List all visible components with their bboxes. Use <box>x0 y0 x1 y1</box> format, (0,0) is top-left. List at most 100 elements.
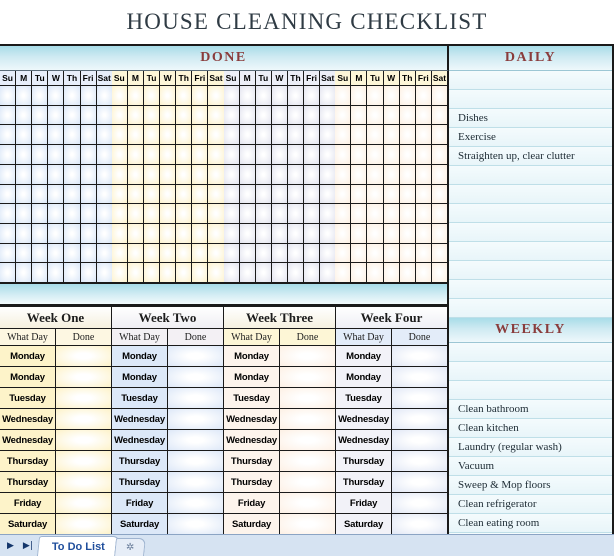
check-grid-cell[interactable] <box>96 204 112 224</box>
check-grid-cell[interactable] <box>80 145 96 165</box>
check-grid-cell[interactable] <box>351 164 367 185</box>
check-grid-cell[interactable] <box>111 263 127 283</box>
check-grid-cell[interactable] <box>223 263 239 283</box>
last-sheet-arrow-icon[interactable]: ▶| <box>23 541 33 551</box>
daily-task-row[interactable]: Exercise <box>449 128 612 147</box>
week-done-checkbox-cell[interactable] <box>168 388 223 408</box>
check-grid-cell[interactable] <box>176 243 192 264</box>
week-done-checkbox-cell[interactable] <box>168 514 223 534</box>
check-grid-cell[interactable] <box>208 204 224 224</box>
check-grid-cell[interactable] <box>255 125 271 146</box>
check-grid-cell[interactable] <box>415 105 431 126</box>
weekly-task-row[interactable]: Laundry (regular wash) <box>449 438 612 457</box>
check-grid-cell[interactable] <box>143 204 160 224</box>
check-grid-cell[interactable] <box>0 105 16 126</box>
check-grid-cell[interactable] <box>335 164 351 185</box>
check-grid-cell[interactable] <box>143 86 160 106</box>
daily-task-row[interactable] <box>449 223 612 242</box>
check-grid-cell[interactable] <box>208 243 224 264</box>
check-grid-cell[interactable] <box>176 184 192 205</box>
check-grid-cell[interactable] <box>32 125 48 146</box>
check-grid-cell[interactable] <box>351 86 367 106</box>
week-done-checkbox-cell[interactable] <box>280 388 335 408</box>
check-grid-cell[interactable] <box>223 243 239 264</box>
check-grid-cell[interactable] <box>127 105 143 126</box>
check-grid-cell[interactable] <box>320 125 336 146</box>
check-grid-cell[interactable] <box>64 184 80 205</box>
check-grid-cell[interactable] <box>415 243 431 264</box>
check-grid-cell[interactable] <box>239 223 255 244</box>
week-done-checkbox-cell[interactable] <box>168 367 223 387</box>
check-grid-cell[interactable] <box>239 164 255 185</box>
check-grid-cell[interactable] <box>143 243 160 264</box>
check-grid-cell[interactable] <box>367 105 383 126</box>
daily-task-row[interactable] <box>449 299 612 318</box>
weekly-task-row[interactable]: Clean bathroom <box>449 400 612 419</box>
check-grid-cell[interactable] <box>287 125 304 146</box>
check-grid-cell[interactable] <box>192 145 208 165</box>
check-grid-cell[interactable] <box>431 223 448 244</box>
check-grid-cell[interactable] <box>48 184 64 205</box>
week-done-checkbox-cell[interactable] <box>56 409 111 429</box>
check-grid-cell[interactable] <box>431 164 448 185</box>
check-grid-cell[interactable] <box>367 263 383 283</box>
week-done-checkbox-cell[interactable] <box>392 409 447 429</box>
check-grid-cell[interactable] <box>127 164 143 185</box>
check-grid-cell[interactable] <box>431 204 448 224</box>
week-done-checkbox-cell[interactable] <box>280 346 335 366</box>
week-done-checkbox-cell[interactable] <box>392 388 447 408</box>
check-grid-cell[interactable] <box>223 184 239 205</box>
check-grid-cell[interactable] <box>271 125 287 146</box>
check-grid-cell[interactable] <box>335 243 351 264</box>
week-done-checkbox-cell[interactable] <box>392 493 447 513</box>
check-grid-cell[interactable] <box>0 145 16 165</box>
check-grid-cell[interactable] <box>335 145 351 165</box>
check-grid-cell[interactable] <box>176 125 192 146</box>
check-grid-cell[interactable] <box>431 105 448 126</box>
daily-task-row[interactable] <box>449 280 612 299</box>
check-grid-cell[interactable] <box>160 204 176 224</box>
check-grid-cell[interactable] <box>111 243 127 264</box>
check-grid-cell[interactable] <box>239 105 255 126</box>
check-grid-cell[interactable] <box>127 145 143 165</box>
check-grid-cell[interactable] <box>127 86 143 106</box>
check-grid-cell[interactable] <box>287 243 304 264</box>
check-grid-cell[interactable] <box>127 223 143 244</box>
check-grid-cell[interactable] <box>351 145 367 165</box>
weekly-task-row[interactable]: Clean eating room <box>449 514 612 533</box>
check-grid-cell[interactable] <box>192 263 208 283</box>
check-grid-cell[interactable] <box>304 164 320 185</box>
check-grid-cell[interactable] <box>0 86 16 106</box>
check-grid-cell[interactable] <box>0 243 16 264</box>
week-done-checkbox-cell[interactable] <box>280 367 335 387</box>
check-grid-cell[interactable] <box>255 86 271 106</box>
check-grid-cell[interactable] <box>127 125 143 146</box>
check-grid-cell[interactable] <box>399 263 415 283</box>
check-grid-cell[interactable] <box>320 204 336 224</box>
check-grid-cell[interactable] <box>64 105 80 126</box>
check-grid-cell[interactable] <box>143 125 160 146</box>
check-grid-cell[interactable] <box>367 86 383 106</box>
daily-task-row[interactable] <box>449 166 612 185</box>
check-grid-cell[interactable] <box>96 263 112 283</box>
check-grid-cell[interactable] <box>239 243 255 264</box>
check-grid-cell[interactable] <box>160 125 176 146</box>
check-grid-cell[interactable] <box>48 243 64 264</box>
week-done-checkbox-cell[interactable] <box>392 367 447 387</box>
check-grid-cell[interactable] <box>176 223 192 244</box>
check-grid-cell[interactable] <box>111 145 127 165</box>
check-grid-cell[interactable] <box>335 105 351 126</box>
check-grid-cell[interactable] <box>192 125 208 146</box>
daily-task-row[interactable]: Straighten up, clear clutter <box>449 147 612 166</box>
week-done-checkbox-cell[interactable] <box>280 493 335 513</box>
check-grid-cell[interactable] <box>367 145 383 165</box>
week-done-checkbox-cell[interactable] <box>56 514 111 534</box>
check-grid-cell[interactable] <box>208 263 224 283</box>
check-grid-cell[interactable] <box>48 204 64 224</box>
check-grid-cell[interactable] <box>287 223 304 244</box>
check-grid-cell[interactable] <box>48 145 64 165</box>
check-grid-cell[interactable] <box>271 164 287 185</box>
check-grid-cell[interactable] <box>304 145 320 165</box>
check-grid-cell[interactable] <box>287 105 304 126</box>
check-grid-cell[interactable] <box>271 263 287 283</box>
